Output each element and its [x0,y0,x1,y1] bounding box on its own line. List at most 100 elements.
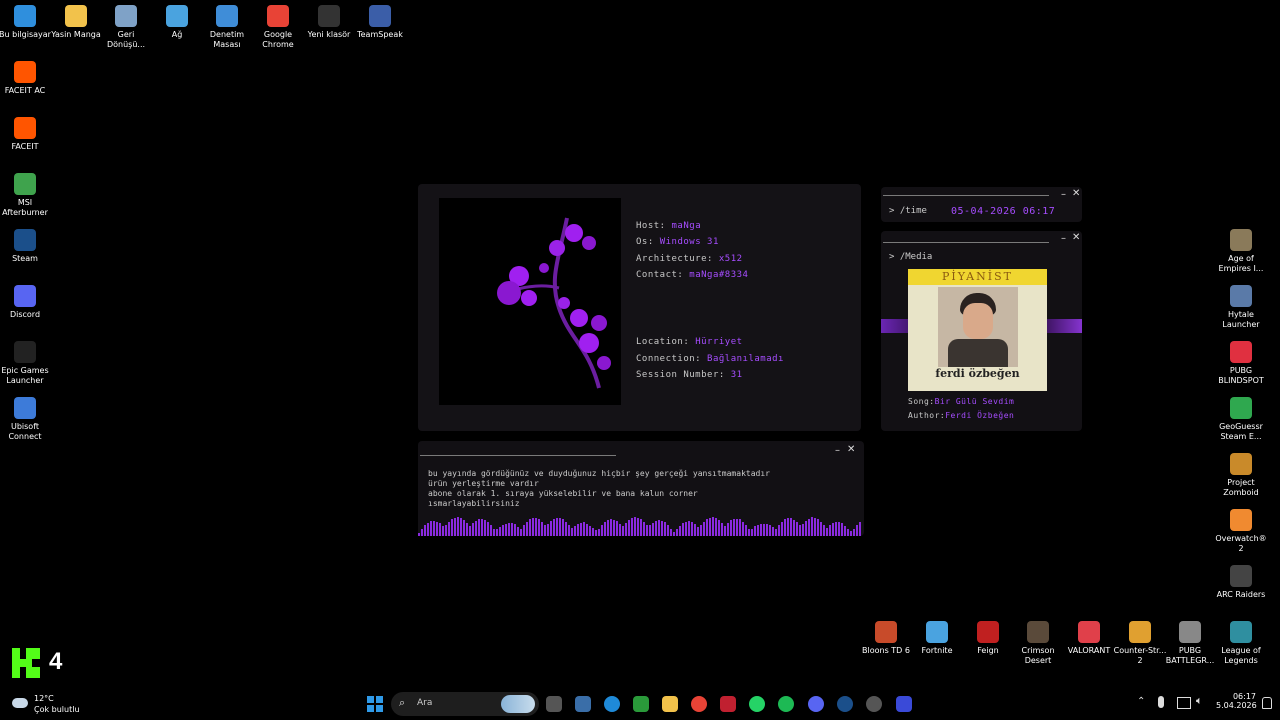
host-label: Host: [636,221,672,231]
active-app-icon[interactable] [896,696,912,712]
visualizer-bar [529,519,531,536]
visualizer-bar [826,528,828,536]
store-icon[interactable] [575,696,591,712]
visualizer-bar [490,525,492,536]
visualizer-bar [580,523,582,536]
visualizer-bar [439,523,441,536]
tray-chevron-icon[interactable]: ⌃ [1137,696,1145,707]
desktop-icon-label: Overwatch® 2 [1215,534,1267,553]
visualizer-bar [454,518,456,536]
desktop-icon-discord[interactable]: Discord [0,285,55,320]
chrome-icon[interactable] [691,696,707,712]
clock[interactable]: 06:17 5.04.2026 [1216,692,1257,710]
app-icon [14,229,36,251]
mic-icon[interactable] [1158,696,1164,708]
audio-visualizer [418,514,864,536]
visualizer-bar [793,520,795,536]
app-icon[interactable] [720,696,736,712]
volume-icon[interactable]: 🔈︎ [1196,694,1203,708]
desktop-icon-label: Yeni klasör [307,30,351,39]
desktop-icon-age-of-empires-i[interactable]: Age of Empires I... [1211,229,1271,274]
album-cover: PİYANİST ferdi özbeğen [908,269,1047,391]
visualizer-bar [685,522,687,536]
desktop-icon-label: Fortnite [921,646,953,655]
visualizer-bar [694,524,696,536]
visualizer-bar [808,519,810,536]
visualizer-bar [664,522,666,536]
visualizer-bar [769,525,771,536]
search-box[interactable]: ⌕ Ara [391,692,539,716]
app-icon [1230,229,1252,251]
task-view-icon[interactable] [546,696,562,712]
visualizer-bar [802,524,804,536]
desktop-icon-geoguessr-steam-e[interactable]: GeoGuessr Steam E... [1211,397,1271,442]
visualizer-bar [460,518,462,536]
visualizer-bar [463,520,465,536]
close-icon[interactable]: ✕ [1072,188,1080,199]
app-icon [875,621,897,643]
visualizer-bar [796,522,798,536]
spotify-icon[interactable] [778,696,794,712]
desktop-icon-faceit[interactable]: FACEIT [0,117,55,152]
app-icon[interactable] [866,696,882,712]
close-icon[interactable]: ✕ [1072,232,1080,243]
edge-icon[interactable] [604,696,620,712]
notification-bell-icon[interactable] [1262,697,1272,709]
weather-widget[interactable]: 12°C Çok bulutlu [10,692,90,716]
visualizer-bar [622,526,624,536]
app-icon [1078,621,1100,643]
app-icon [1230,341,1252,363]
desktop-icon-pubg-blindspot[interactable]: PUBG BLINDSPOT [1211,341,1271,386]
desktop-icon-overwatch-2[interactable]: Overwatch® 2 [1211,509,1271,554]
whatsapp-icon[interactable] [749,696,765,712]
minimize-icon[interactable]: – [1061,189,1066,200]
visualizer-bar [790,518,792,536]
visualizer-bar [610,519,612,536]
minimize-icon[interactable]: – [835,445,840,456]
message-line: abone olarak 1. sıraya yükselebilir ve b… [428,489,698,498]
minimize-icon[interactable]: – [1061,233,1066,244]
time-value: 05-04-2026 06:17 [951,206,1056,217]
visualizer-bar [601,525,603,536]
media-titlebar-line [883,242,1049,243]
visualizer-bar [763,524,765,536]
app-icon [14,61,36,83]
desktop-icon-label: Ubisoft Connect [8,422,42,441]
visualizer-bar [511,523,513,536]
network-icon[interactable] [1177,697,1191,709]
visualizer-bar [640,519,642,536]
close-icon[interactable]: ✕ [847,444,855,455]
visualizer-bar [649,525,651,536]
visualizer-bar [619,524,621,536]
visualizer-bar [484,520,486,536]
desktop-icon-hytale-launcher[interactable]: Hytale Launcher [1211,285,1271,330]
desktop-icon-msi-afterburner[interactable]: MSI Afterburner [0,173,55,218]
desktop-icon-teamspeak[interactable]: TeamSpeak [350,5,410,40]
desktop-icon-ubisoft-connect[interactable]: Ubisoft Connect [0,397,55,442]
visualizer-bar [742,522,744,536]
desktop-icon-epic-games-launcher[interactable]: Epic Games Launcher [0,341,55,386]
desktop-icon-faceit-ac[interactable]: FACEIT AC [0,61,55,96]
desktop-icon-arc-raiders[interactable]: ARC Raiders [1211,565,1271,600]
desktop-icon-label: TeamSpeak [357,30,403,39]
visualizer-bar [562,519,564,536]
desktop-icon-project-zomboid[interactable]: Project Zomboid [1211,453,1271,498]
visualizer-bar [775,529,777,536]
file-explorer-icon[interactable] [662,696,678,712]
visualizer-bar [442,526,444,536]
app-icon [1230,453,1252,475]
app-icon [1230,285,1252,307]
desktop-icon-label: Ağ [171,30,183,39]
visualizer-bar [844,526,846,536]
start-button[interactable] [367,696,383,712]
desktop-icon-league-of-legends[interactable]: League of Legends [1211,621,1271,666]
discord-icon[interactable] [808,696,824,712]
xbox-icon[interactable] [633,696,649,712]
visualizer-bar [823,525,825,536]
search-icon: ⌕ [399,696,406,709]
desktop-icon-steam[interactable]: Steam [0,229,55,264]
desktop-icon-label: Bu bilgisayar [0,30,51,39]
weather-temp: 12°C [34,694,54,703]
visualizer-bar [691,522,693,536]
steam-icon[interactable] [837,696,853,712]
